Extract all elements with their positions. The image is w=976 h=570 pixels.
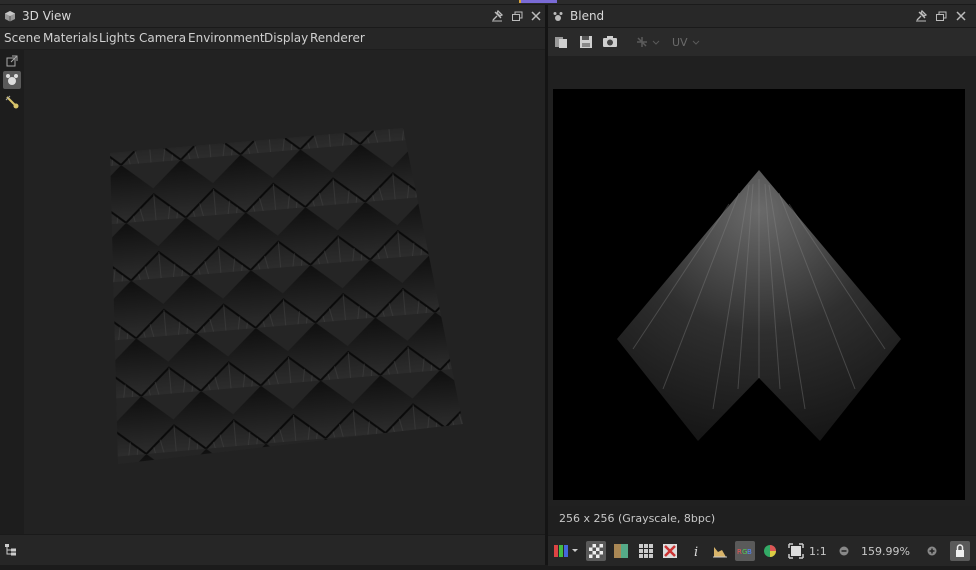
lock-icon[interactable] xyxy=(950,541,970,561)
histogram-icon[interactable] xyxy=(712,543,728,559)
chevron-down-icon[interactable] xyxy=(571,548,579,554)
restore-window-icon[interactable] xyxy=(510,9,524,23)
menu-environment[interactable]: Environment xyxy=(188,31,265,45)
menu-materials[interactable]: Materials xyxy=(43,31,98,45)
3d-viewport[interactable] xyxy=(0,50,545,535)
menu-display[interactable]: Display xyxy=(264,31,308,45)
scales-mesh-render xyxy=(110,128,463,464)
restore-window-icon[interactable] xyxy=(934,9,948,23)
copy-image-icon[interactable] xyxy=(553,34,569,50)
top-accent-purple xyxy=(521,0,557,3)
chevron-down-icon[interactable] xyxy=(652,40,660,46)
image-view[interactable] xyxy=(548,56,976,506)
rgb-mode-icon[interactable]: RGB xyxy=(735,541,755,561)
menu-camera[interactable]: Camera xyxy=(139,31,186,45)
chevron-down-icon[interactable] xyxy=(692,40,700,46)
svg-text:B: B xyxy=(747,548,752,556)
pin-icon[interactable] xyxy=(914,9,928,23)
grid-icon[interactable] xyxy=(638,543,654,559)
blend-panel: Blend UV 256 x 256 (Grayscale, 8bpc) i R… xyxy=(548,5,976,566)
3d-view-title: 3D View xyxy=(22,9,72,23)
menu-scene[interactable]: Scene xyxy=(4,31,41,45)
save-image-icon[interactable] xyxy=(578,34,594,50)
uv-dropdown-label[interactable]: UV xyxy=(672,36,688,49)
color-channels-icon[interactable] xyxy=(553,543,569,559)
tiling-icon[interactable] xyxy=(662,543,678,559)
menu-lights[interactable]: Lights xyxy=(99,31,135,45)
info-icon[interactable]: i xyxy=(688,543,704,559)
scene-tree-icon[interactable] xyxy=(4,543,18,557)
top-strip xyxy=(0,0,976,4)
3d-view-titlebar: 3D View xyxy=(0,5,545,28)
fit-view-icon[interactable] xyxy=(788,543,804,559)
cube-icon xyxy=(4,10,16,22)
gradient-background-icon[interactable] xyxy=(613,543,629,559)
paw-icon xyxy=(552,10,564,22)
menu-renderer[interactable]: Renderer xyxy=(310,31,365,45)
network-icon[interactable] xyxy=(634,34,650,50)
close-icon[interactable] xyxy=(529,9,543,23)
zoom-value[interactable]: 159.99% xyxy=(861,545,910,558)
image-info-label: 256 x 256 (Grayscale, 8bpc) xyxy=(559,512,716,525)
pin-icon[interactable] xyxy=(490,9,504,23)
3d-view-menubar: Scene Materials Lights Camera Environmen… xyxy=(0,28,545,49)
snapshot-icon[interactable] xyxy=(602,34,618,50)
blend-texture-preview xyxy=(617,170,901,441)
checkerboard-icon[interactable] xyxy=(586,541,606,561)
3d-view-bottombar xyxy=(0,534,545,565)
zoom-in-icon[interactable] xyxy=(924,543,940,559)
blend-bottom-toolbar: i RGB 1:1 159.99% xyxy=(548,535,976,566)
close-icon[interactable] xyxy=(954,9,968,23)
blend-toolbar: UV xyxy=(548,28,976,56)
zoom-out-icon[interactable] xyxy=(836,543,852,559)
blend-titlebar: Blend xyxy=(548,5,976,28)
image-canvas xyxy=(553,89,965,500)
color-wheel-icon[interactable] xyxy=(762,543,778,559)
3d-view-panel: 3D View Scene Materials Lights Camera En… xyxy=(0,5,545,565)
ratio-button[interactable]: 1:1 xyxy=(809,545,827,558)
svg-text:i: i xyxy=(694,545,698,559)
blend-title: Blend xyxy=(570,9,605,23)
